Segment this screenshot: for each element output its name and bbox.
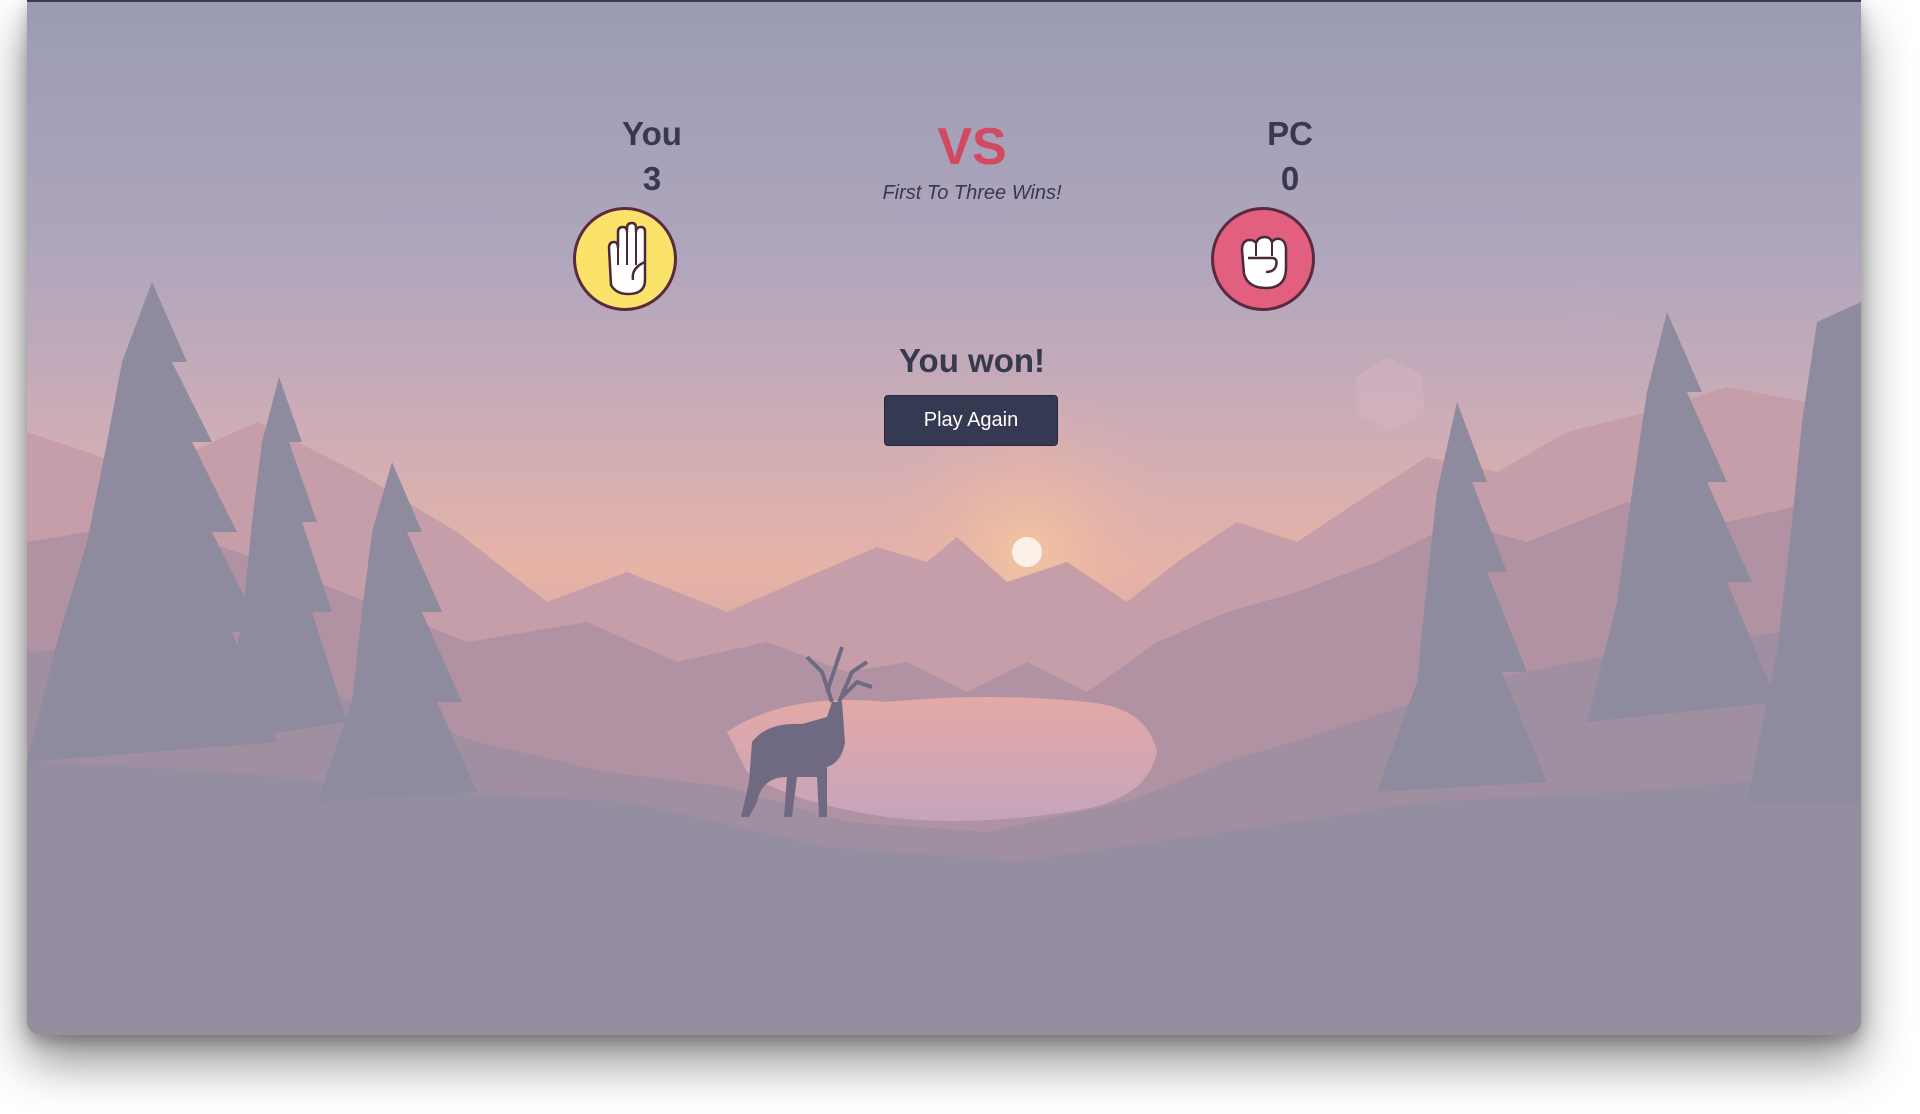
hand-paper-icon — [573, 207, 677, 311]
vs-label: VS — [937, 118, 1007, 176]
player-panel: You 3 — [552, 114, 752, 199]
player-score: 3 — [642, 160, 662, 197]
computer-panel: PC 0 — [1190, 114, 1390, 199]
computer-name: PC — [1267, 115, 1313, 152]
result-message: You won! — [898, 342, 1046, 379]
hand-rock-icon — [1211, 207, 1315, 311]
computer-score: 0 — [1280, 160, 1300, 197]
rules-subtitle: First To Three Wins! — [882, 182, 1062, 204]
game-window: You 3 VS First To Three Wins! PC 0 You w… — [27, 0, 1861, 1035]
player-name: You — [622, 115, 682, 152]
play-again-button[interactable]: Play Again — [884, 395, 1058, 446]
